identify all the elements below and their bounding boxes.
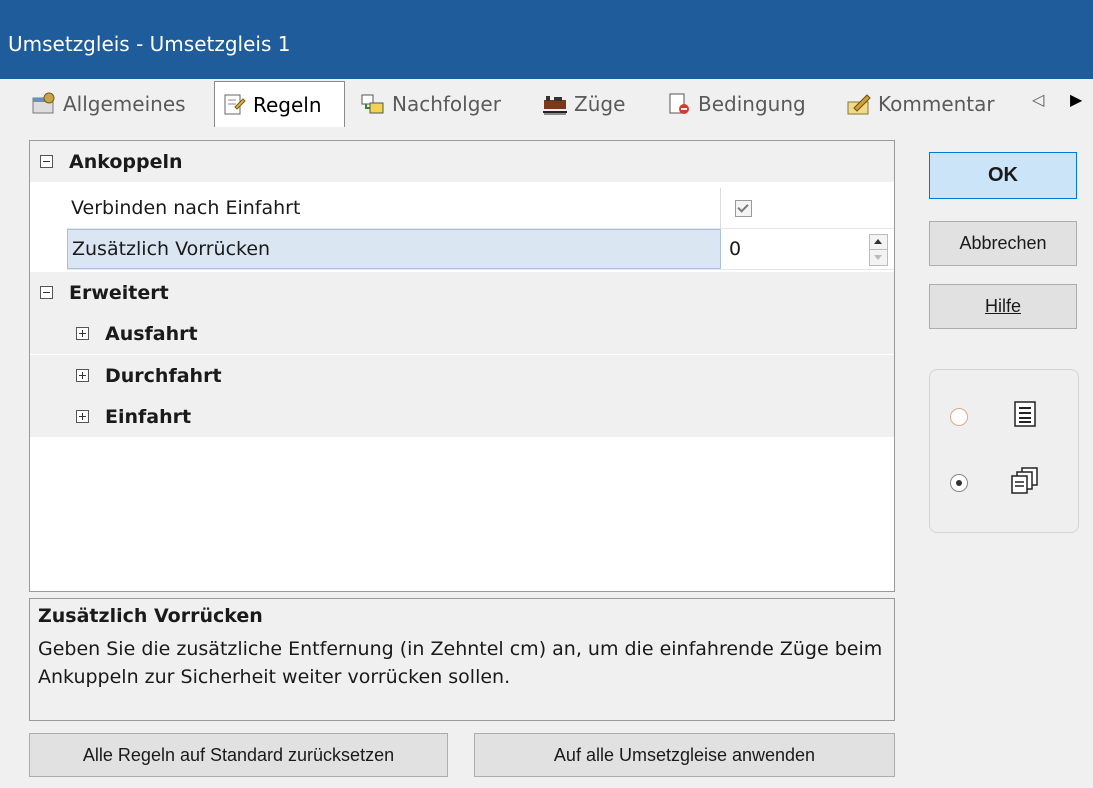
tab-kommentar[interactable]: Kommentar bbox=[840, 85, 1001, 123]
help-panel: Zusätzlich Vorrücken Geben Sie die zusät… bbox=[29, 598, 895, 721]
subcategory-einfahrt[interactable]: Einfahrt bbox=[30, 396, 894, 437]
property-name: Verbinden nach Einfahrt bbox=[67, 188, 721, 228]
collapse-icon[interactable] bbox=[40, 286, 53, 299]
spin-up-icon[interactable] bbox=[870, 235, 887, 250]
grouped-view-icon bbox=[1011, 467, 1038, 494]
help-text: Geben Sie die zusätzliche Entfernung (in… bbox=[38, 638, 883, 688]
tab-nachfolger[interactable]: Nachfolger bbox=[354, 85, 507, 123]
tab-label: Kommentar bbox=[878, 92, 995, 116]
list-view-radio[interactable] bbox=[950, 408, 968, 426]
trains-icon bbox=[543, 96, 567, 115]
tab-label: Züge bbox=[574, 92, 626, 116]
settings-window-icon bbox=[32, 92, 55, 114]
tab-label: Bedingung bbox=[698, 92, 806, 116]
tab-bedingung[interactable]: Bedingung bbox=[660, 85, 812, 123]
subcategory-label: Ausfahrt bbox=[105, 322, 198, 345]
tab-strip: Allgemeines Regeln Nachfolger Züge Bedin… bbox=[0, 79, 1093, 127]
tab-scroll-right[interactable]: ▶ bbox=[1070, 90, 1082, 109]
help-button[interactable]: Hilfe bbox=[929, 284, 1077, 329]
property-row-verbinden[interactable]: Verbinden nach Einfahrt bbox=[67, 188, 894, 229]
condition-document-icon bbox=[669, 93, 689, 114]
property-name: Zusätzlich Vorrücken bbox=[67, 229, 721, 269]
cancel-button[interactable]: Abbrechen bbox=[929, 221, 1077, 266]
tab-allgemeines[interactable]: Allgemeines bbox=[25, 85, 192, 123]
expand-icon[interactable] bbox=[76, 410, 89, 423]
list-view-icon bbox=[1014, 401, 1036, 427]
window-title: Umsetzgleis - Umsetzgleis 1 bbox=[8, 32, 291, 56]
comment-pencil-icon bbox=[847, 94, 871, 115]
tab-regeln[interactable]: Regeln bbox=[214, 81, 345, 127]
expand-icon[interactable] bbox=[76, 369, 89, 382]
category-label: Erweitert bbox=[69, 281, 169, 304]
ok-button[interactable]: OK bbox=[929, 152, 1077, 199]
subcategory-label: Durchfahrt bbox=[105, 364, 222, 387]
advance-value-input[interactable]: 0 bbox=[723, 229, 894, 269]
property-value[interactable] bbox=[723, 188, 894, 228]
category-erweitert[interactable]: Erweitert bbox=[30, 272, 894, 313]
subcategory-ausfahrt[interactable]: Ausfahrt bbox=[30, 313, 894, 354]
tab-label: Allgemeines bbox=[63, 92, 186, 116]
connect-after-entry-checkbox[interactable] bbox=[735, 199, 752, 217]
help-title: Zusätzlich Vorrücken bbox=[38, 605, 263, 627]
advance-value: 0 bbox=[729, 238, 742, 260]
reset-rules-button[interactable]: Alle Regeln auf Standard zurücksetzen bbox=[29, 733, 448, 777]
advance-spinner[interactable] bbox=[869, 234, 888, 266]
expand-icon[interactable] bbox=[76, 327, 89, 340]
title-bar: Umsetzgleis - Umsetzgleis 1 bbox=[0, 0, 1093, 79]
grouped-view-radio[interactable] bbox=[950, 474, 968, 492]
subcategory-label: Einfahrt bbox=[105, 405, 192, 428]
collapse-icon[interactable] bbox=[40, 155, 53, 168]
rules-document-icon bbox=[224, 94, 246, 114]
tab-label: Nachfolger bbox=[392, 92, 501, 116]
property-grid: Ankoppeln Verbinden nach Einfahrt Zusätz… bbox=[29, 140, 895, 592]
successor-blocks-icon bbox=[361, 94, 384, 114]
tab-scroll-left[interactable]: ◁ bbox=[1032, 90, 1044, 109]
apply-all-button[interactable]: Auf alle Umsetzgleise anwenden bbox=[474, 733, 895, 777]
category-label: Ankoppeln bbox=[69, 150, 183, 173]
spin-down-icon[interactable] bbox=[870, 250, 887, 265]
view-mode-panel bbox=[929, 369, 1079, 533]
tab-label: Regeln bbox=[253, 92, 322, 117]
category-ankoppeln[interactable]: Ankoppeln bbox=[30, 141, 894, 182]
subcategory-durchfahrt[interactable]: Durchfahrt bbox=[30, 355, 894, 396]
tab-zuege[interactable]: Züge bbox=[536, 85, 631, 123]
property-row-vorruecken[interactable]: Zusätzlich Vorrücken 0 bbox=[67, 229, 894, 270]
